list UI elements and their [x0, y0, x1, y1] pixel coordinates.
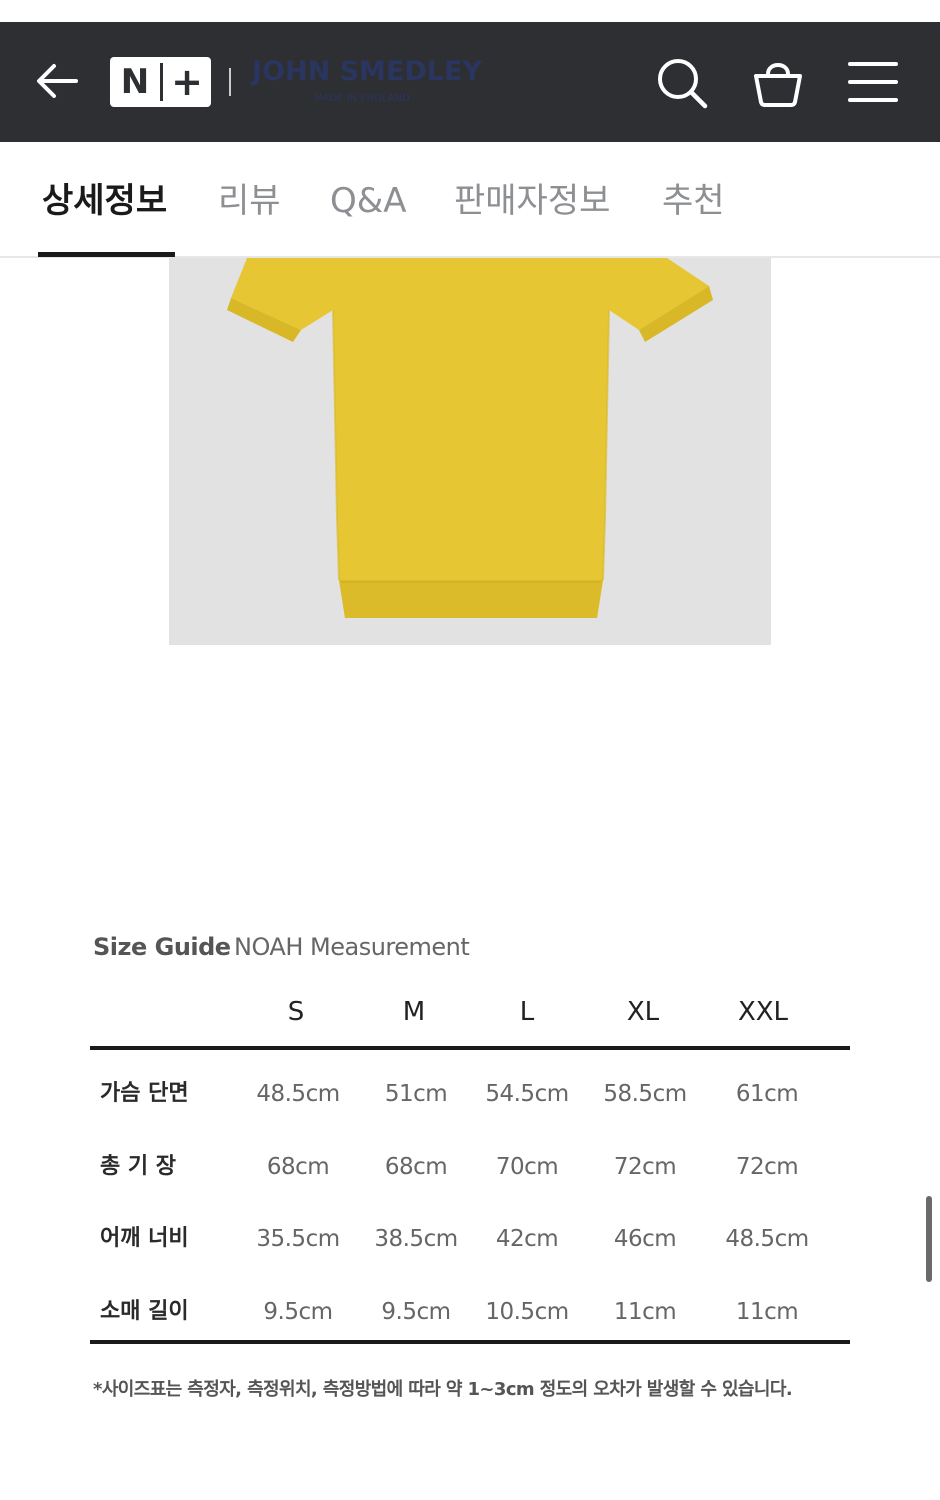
table-cell: 10.5cm [485, 1299, 569, 1325]
nplus-logo[interactable]: N + [110, 57, 211, 107]
table-cell: 11cm [735, 1299, 799, 1325]
size-guide-subtitle: NOAH Measurement [234, 933, 470, 961]
brand-name[interactable]: JOHN SMEDLEY [252, 55, 492, 89]
table-cell: 46cm [613, 1226, 677, 1252]
table-row: 총 기 장 68cm 68cm 70cm 72cm 72cm [0, 1145, 940, 1189]
column-header: S [287, 997, 305, 1027]
hamburger-menu-icon[interactable] [848, 60, 898, 104]
table-cell: 9.5cm [381, 1299, 451, 1325]
row-label: 가슴 단면 [100, 1081, 189, 1106]
size-guide-title: Size Guide [93, 933, 231, 961]
table-cell: 54.5cm [485, 1081, 569, 1107]
table-cell: 42cm [495, 1226, 559, 1252]
row-label: 총 기 장 [100, 1154, 177, 1179]
tab-reviews[interactable]: 리뷰 [218, 176, 281, 226]
table-cell: 72cm [735, 1154, 799, 1180]
table-cell: 48.5cm [725, 1226, 809, 1252]
column-header: XL [626, 997, 660, 1027]
column-header: L [519, 997, 535, 1027]
table-cell: 61cm [735, 1081, 799, 1107]
size-table-header: S M L XL XXL [0, 990, 940, 1034]
table-cell: 58.5cm [603, 1081, 687, 1107]
column-header: XXL [737, 997, 789, 1027]
brand-divider [229, 68, 231, 96]
tab-recommend[interactable]: 추천 [662, 176, 725, 226]
back-arrow-icon[interactable] [32, 56, 82, 106]
active-tab-indicator [38, 252, 175, 257]
shopping-bag-icon[interactable] [750, 54, 806, 110]
table-row: 가슴 단면 48.5cm 51cm 54.5cm 58.5cm 61cm [0, 1072, 940, 1116]
table-cell: 72cm [613, 1154, 677, 1180]
tab-seller-info[interactable]: 판매자정보 [454, 176, 610, 226]
yellow-knit-polo-image [227, 258, 713, 618]
search-icon[interactable] [655, 56, 709, 110]
column-header: M [402, 997, 426, 1027]
row-label: 어깨 너비 [100, 1226, 189, 1251]
scrollbar-thumb[interactable] [926, 1196, 932, 1282]
brand-tagline: MADE IN ENGLAND [314, 93, 410, 104]
table-cell: 48.5cm [256, 1081, 340, 1107]
detail-tab-bar: 상세정보 리뷰 Q&A 판매자정보 추천 [0, 142, 940, 258]
logo-n: N [120, 62, 150, 102]
table-cell: 51cm [384, 1081, 448, 1107]
table-bottom-rule [90, 1340, 850, 1344]
row-label: 소매 길이 [100, 1299, 189, 1324]
table-row: 어깨 너비 35.5cm 38.5cm 42cm 46cm 48.5cm [0, 1217, 940, 1261]
table-cell: 68cm [266, 1154, 330, 1180]
tab-detail-info[interactable]: 상세정보 [42, 176, 167, 226]
table-cell: 9.5cm [263, 1299, 333, 1325]
table-cell: 11cm [613, 1299, 677, 1325]
table-top-rule [90, 1046, 850, 1050]
logo-plus: + [171, 60, 203, 104]
size-guide-note: *사이즈표는 측정자, 측정위치, 측정방법에 따라 약 1~3cm 정도의 오… [93, 1379, 793, 1400]
product-image [169, 258, 771, 645]
table-cell: 35.5cm [256, 1226, 340, 1252]
table-cell: 68cm [384, 1154, 448, 1180]
table-cell: 70cm [495, 1154, 559, 1180]
tab-qna[interactable]: Q&A [330, 176, 407, 226]
table-row: 소매 길이 9.5cm 9.5cm 10.5cm 11cm 11cm [0, 1290, 940, 1334]
status-bar-area [0, 0, 940, 22]
app-header: N + JOHN SMEDLEY MADE IN ENGLAND [0, 22, 940, 142]
table-cell: 38.5cm [374, 1226, 458, 1252]
